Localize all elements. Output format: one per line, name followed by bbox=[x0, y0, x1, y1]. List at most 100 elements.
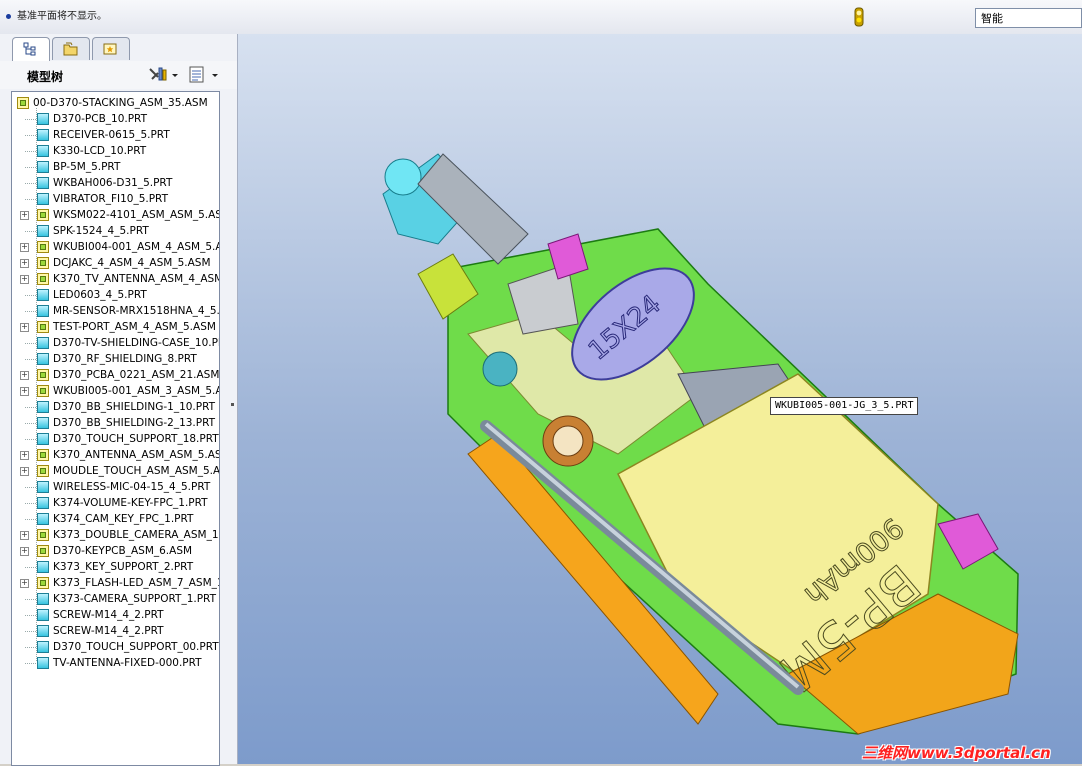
tree-connector bbox=[25, 631, 36, 632]
expand-icon[interactable]: + bbox=[20, 531, 29, 540]
tree-item-label: D370_PCBA_0221_ASM_21.ASM bbox=[53, 369, 220, 381]
assembly-icon bbox=[37, 209, 49, 221]
assembly-icon bbox=[37, 577, 49, 589]
tree-item-label: BP-5M_5.PRT bbox=[53, 161, 121, 173]
tree-item-label: K330-LCD_10.PRT bbox=[53, 145, 147, 157]
part-icon bbox=[37, 625, 49, 637]
part-icon bbox=[37, 289, 49, 301]
tree-item-label: D370-KEYPCB_ASM_6.ASM bbox=[53, 545, 193, 557]
model-tree-icon bbox=[23, 42, 36, 56]
tree-item-label: LED0603_4_5.PRT bbox=[53, 289, 147, 301]
tree-item-label: D370_TOUCH_SUPPORT_00.PRT bbox=[53, 641, 219, 653]
expand-icon[interactable]: + bbox=[20, 211, 29, 220]
tree-item-label: MOUDLE_TOUCH_ASM_ASM_5.AS bbox=[53, 465, 220, 477]
tree-connector bbox=[25, 599, 36, 600]
status-message: 基准平面将不显示。 bbox=[6, 7, 107, 22]
model-tree-header: 模型树 bbox=[0, 61, 237, 89]
tree-connector bbox=[25, 359, 36, 360]
tree-item-label: TEST-PORT_ASM_4_ASM_5.ASM bbox=[53, 321, 216, 333]
part-icon bbox=[37, 161, 49, 173]
expand-icon[interactable]: + bbox=[20, 371, 29, 380]
assembly-icon bbox=[37, 321, 49, 333]
show-icon bbox=[189, 66, 204, 83]
tree-item-label: D370_RF_SHIELDING_8.PRT bbox=[53, 353, 197, 365]
expand-icon[interactable]: + bbox=[20, 243, 29, 252]
folder-icon bbox=[63, 42, 78, 56]
part-icon bbox=[37, 609, 49, 621]
part-icon bbox=[37, 561, 49, 573]
part-icon bbox=[37, 433, 49, 445]
tree-connector bbox=[25, 151, 36, 152]
tree-show-button[interactable] bbox=[187, 65, 221, 85]
tree-item-label: MR-SENSOR-MRX1518HNA_4_5.PI bbox=[53, 305, 220, 317]
part-icon bbox=[37, 305, 49, 317]
selection-filter-dropdown[interactable]: 智能 bbox=[975, 8, 1082, 28]
tree-item-label: SPK-1524_4_5.PRT bbox=[53, 225, 149, 237]
tree-item-label: WKUBI004-001_ASM_4_ASM_5.AS bbox=[53, 241, 220, 253]
model-tree[interactable]: 00-D370-STACKING_ASM_35.ASM D370-PCB_10.… bbox=[11, 91, 220, 766]
tree-item-label: D370_BB_SHIELDING-1_10.PRT bbox=[53, 401, 216, 413]
tree-item-label: K370_TV_ANTENNA_ASM_4_ASM_ bbox=[53, 273, 220, 285]
expand-icon[interactable]: + bbox=[20, 547, 29, 556]
tree-settings-button[interactable] bbox=[147, 65, 181, 85]
part-icon bbox=[37, 417, 49, 429]
sash-grip-icon bbox=[231, 403, 234, 406]
part-icon bbox=[37, 593, 49, 605]
tree-connector bbox=[25, 135, 36, 136]
graphics-viewport[interactable]: 15X24 900mAh BP-5M WKUBI005-001-JG_3_5.P… bbox=[238, 34, 1082, 764]
assembly-icon bbox=[37, 449, 49, 461]
expand-icon[interactable]: + bbox=[20, 451, 29, 460]
expand-icon[interactable]: + bbox=[20, 387, 29, 396]
tree-item-label: WKSM022-4101_ASM_ASM_5.ASM bbox=[53, 209, 220, 221]
favorites-tab[interactable] bbox=[92, 37, 130, 60]
expand-icon[interactable]: + bbox=[20, 275, 29, 284]
part-icon bbox=[37, 177, 49, 189]
chevron-down-icon bbox=[172, 74, 178, 77]
tree-connector bbox=[25, 519, 36, 520]
tree-connector bbox=[25, 167, 36, 168]
phone-assembly-model[interactable]: 15X24 900mAh BP-5M bbox=[238, 34, 1082, 764]
expand-icon[interactable]: + bbox=[20, 259, 29, 268]
assembly-icon bbox=[17, 97, 29, 109]
tree-connector bbox=[25, 487, 36, 488]
tree-connector bbox=[25, 119, 36, 120]
part-icon bbox=[37, 401, 49, 413]
expand-icon[interactable]: + bbox=[20, 467, 29, 476]
folder-browser-tab[interactable] bbox=[52, 37, 90, 60]
tree-item-label: K374_CAM_KEY_FPC_1.PRT bbox=[53, 513, 194, 525]
part-icon bbox=[37, 129, 49, 141]
tree-item-label: K374-VOLUME-KEY-FPC_1.PRT bbox=[53, 497, 208, 509]
tree-connector bbox=[25, 231, 36, 232]
part-icon bbox=[37, 113, 49, 125]
part-icon bbox=[37, 145, 49, 157]
tree-item-label: VIBRATOR_FI10_5.PRT bbox=[53, 193, 168, 205]
tree-connector bbox=[25, 439, 36, 440]
traffic-light-icon[interactable] bbox=[851, 7, 867, 27]
part-icon bbox=[37, 657, 49, 669]
bullet-icon bbox=[6, 13, 11, 19]
tree-item-label: K373_FLASH-LED_ASM_7_ASM_1. bbox=[53, 577, 220, 589]
tree-connector bbox=[25, 567, 36, 568]
tree-item-label: K370_ANTENNA_ASM_ASM_5.ASM bbox=[53, 449, 220, 461]
tree-connector bbox=[25, 423, 36, 424]
tree-connector bbox=[25, 503, 36, 504]
part-icon bbox=[37, 353, 49, 365]
part-tooltip: WKUBI005-001-JG_3_5.PRT bbox=[770, 397, 919, 415]
assembly-icon bbox=[37, 369, 49, 381]
assembly-icon bbox=[37, 241, 49, 253]
tree-item-label: K373-CAMERA_SUPPORT_1.PRT bbox=[53, 593, 216, 605]
tree-item-label: RECEIVER-0615_5.PRT bbox=[53, 129, 170, 141]
model-tree-tab[interactable] bbox=[12, 37, 50, 61]
expand-icon[interactable]: + bbox=[20, 579, 29, 588]
model-tree-title: 模型树 bbox=[27, 70, 64, 84]
part-icon bbox=[37, 641, 49, 653]
assembly-icon bbox=[37, 385, 49, 397]
panel-sash[interactable] bbox=[229, 354, 235, 554]
tree-connector bbox=[25, 311, 36, 312]
expand-icon[interactable]: + bbox=[20, 323, 29, 332]
part-icon bbox=[37, 481, 49, 493]
tree-connector bbox=[25, 199, 36, 200]
tree-item-label: D370-TV-SHIELDING-CASE_10.PRT bbox=[53, 337, 220, 349]
part-icon bbox=[37, 513, 49, 525]
tree-item-label: K373_DOUBLE_CAMERA_ASM_1.A bbox=[53, 529, 220, 541]
